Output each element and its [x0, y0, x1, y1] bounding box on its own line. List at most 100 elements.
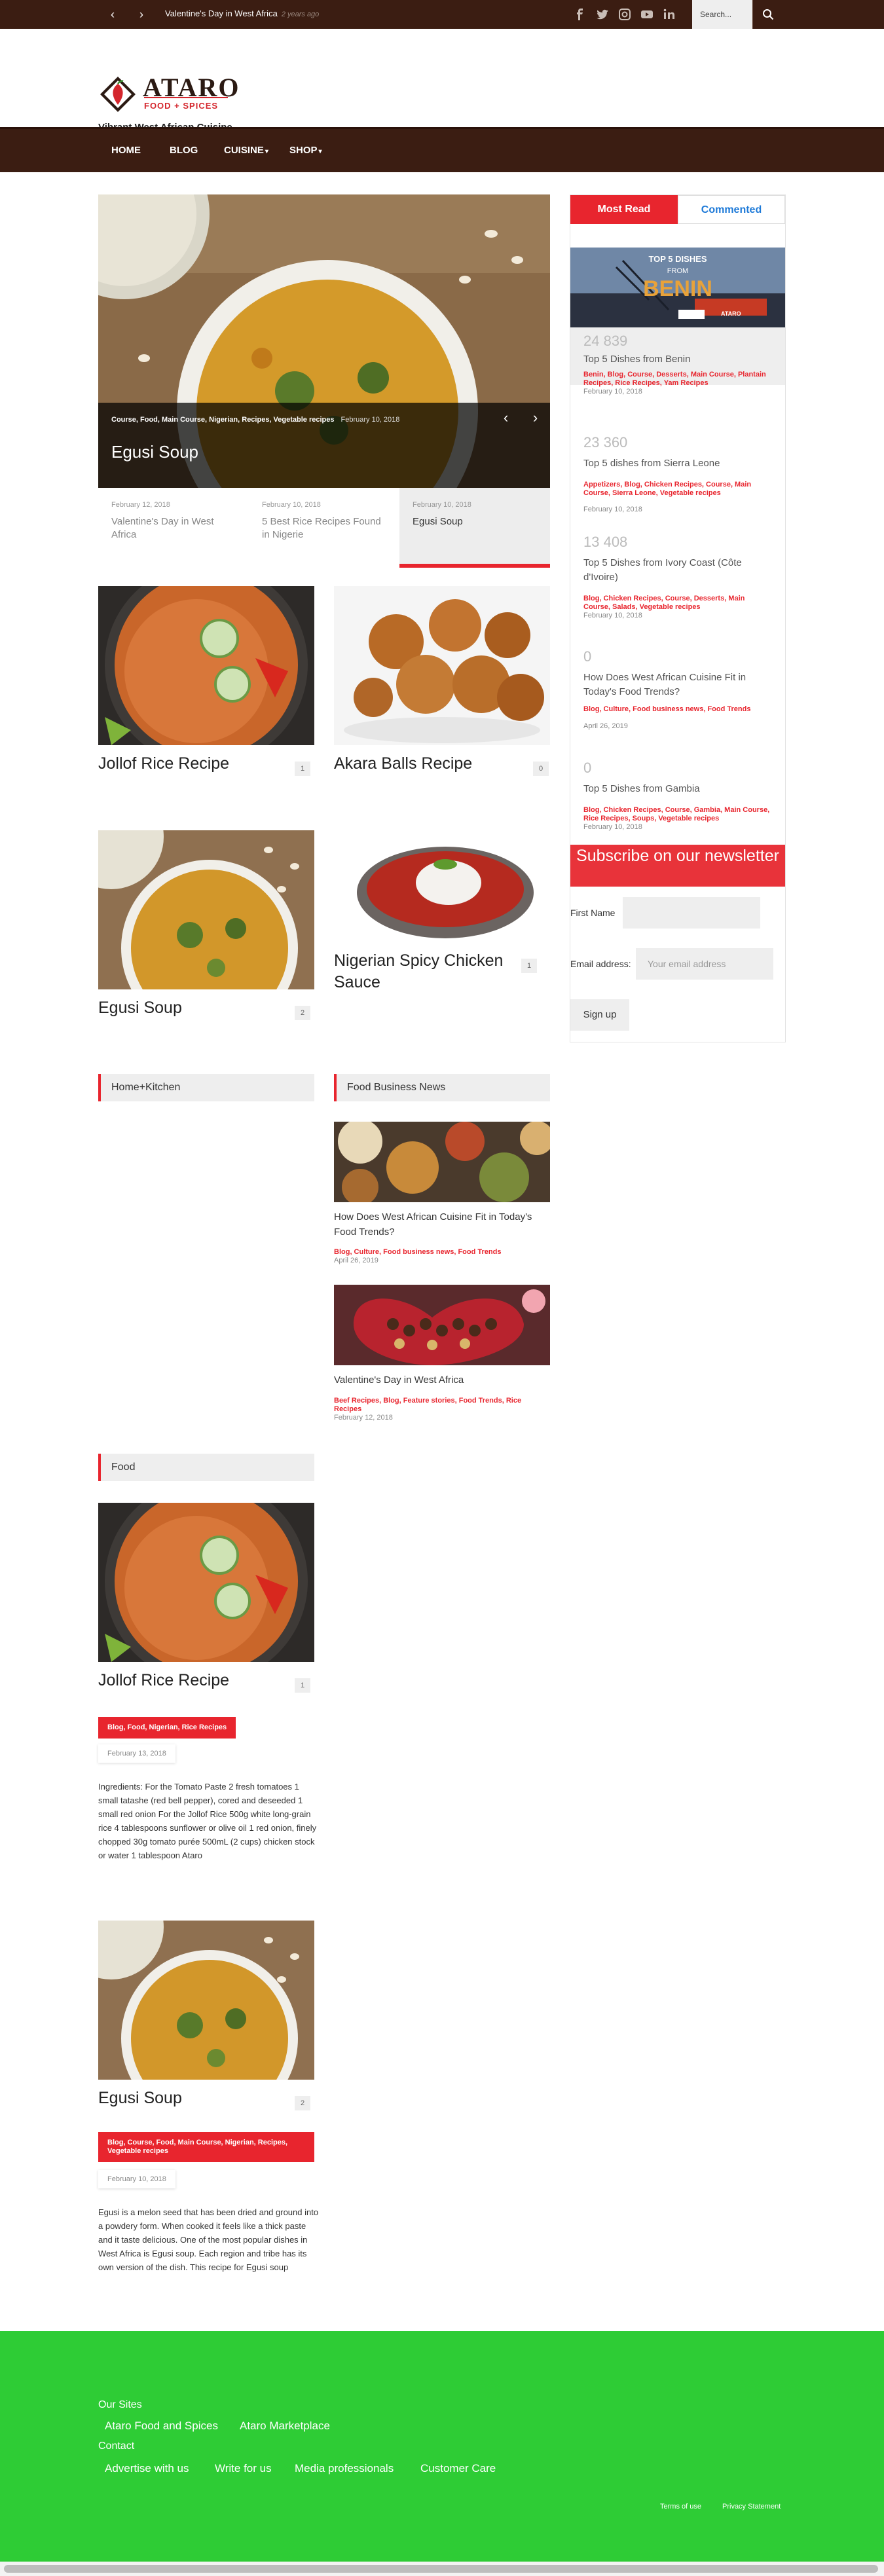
post-title[interactable]: Egusi Soup: [98, 997, 182, 1019]
slider-tab[interactable]: February 10, 2018 5 Best Rice Recipes Fo…: [249, 488, 399, 568]
category-badge[interactable]: Blog, Food, Nigerian, Rice Recipes: [98, 1717, 236, 1739]
signup-button[interactable]: Sign up: [570, 999, 629, 1031]
horizontal-scrollbar[interactable]: [0, 2562, 884, 2576]
read-count: 0: [583, 760, 592, 776]
scrollbar-thumb[interactable]: [4, 2565, 878, 2573]
next-news-chevron-icon[interactable]: ›: [134, 7, 149, 22]
first-name-field[interactable]: [623, 897, 760, 929]
banner-line1: TOP 5 DISHES: [648, 254, 707, 264]
privacy-link[interactable]: Privacy Statement: [722, 2503, 781, 2511]
breaking-news-title[interactable]: Valentine's Day in West Africa: [165, 9, 278, 18]
twitter-icon[interactable]: [596, 8, 609, 21]
news-date: February 12, 2018: [334, 1414, 393, 1422]
post-title[interactable]: Nigerian Spicy Chicken Sauce: [334, 950, 524, 993]
subscribe-heading: Subscribe on our newsletter: [570, 845, 785, 887]
banner-brand: ATARO: [721, 310, 741, 317]
comment-count-badge[interactable]: 2: [295, 1006, 310, 1020]
item-title[interactable]: Top 5 Dishes from Benin: [583, 352, 773, 367]
banner-line3: BENIN: [643, 276, 712, 301]
slider-tab-active[interactable]: February 10, 2018 Egusi Soup: [399, 488, 550, 568]
item-title[interactable]: Top 5 Dishes from Ivory Coast (Côte d'Iv…: [583, 556, 773, 585]
post-title[interactable]: Jollof Rice Recipe: [98, 753, 229, 775]
item-categories[interactable]: Appetizers, Blog, Chicken Recipes, Cours…: [583, 481, 773, 498]
youtube-icon[interactable]: [640, 8, 654, 21]
footer-contact-heading[interactable]: Contact: [98, 2440, 134, 2452]
post-card[interactable]: Akara Balls Recipe 0: [334, 586, 550, 782]
most-read-item[interactable]: 13 408 Top 5 Dishes from Ivory Coast (Cô…: [570, 534, 785, 625]
footer-link[interactable]: Customer Care: [420, 2462, 496, 2475]
search-button[interactable]: [752, 0, 783, 29]
section-heading-home-kitchen[interactable]: Home+Kitchen: [98, 1074, 314, 1101]
most-read-item[interactable]: 23 360 Top 5 dishes from Sierra Leone Ap…: [570, 434, 785, 519]
comment-count-badge[interactable]: 2: [295, 2096, 310, 2110]
item-date: April 26, 2019: [583, 722, 628, 730]
footer-link[interactable]: Media professionals: [295, 2462, 394, 2475]
facebook-icon[interactable]: [574, 8, 587, 21]
news-categories[interactable]: Blog, Culture, Food business news, Food …: [334, 1248, 550, 1257]
news-categories[interactable]: Beef Recipes, Blog, Feature stories, Foo…: [334, 1397, 550, 1414]
featured-slider[interactable]: Course, Food, Main Course, Nigerian, Rec…: [98, 194, 550, 488]
nav-item-blog[interactable]: BLOG: [170, 145, 198, 156]
footer-link[interactable]: Ataro Food and Spices: [105, 2420, 218, 2433]
slider-prev-chevron-icon[interactable]: ‹: [491, 403, 521, 432]
post-title[interactable]: Jollof Rice Recipe: [98, 1670, 229, 1691]
post-title[interactable]: Akara Balls Recipe: [334, 753, 472, 775]
item-title[interactable]: Top 5 dishes from Sierra Leone: [583, 456, 773, 471]
ataro-logo-icon[interactable]: [98, 75, 138, 114]
most-read-item[interactable]: 0 Top 5 Dishes from Gambia Blog, Chicken…: [570, 760, 785, 838]
slider-categories[interactable]: Course, Food, Main Course, Nigerian, Rec…: [111, 416, 335, 424]
instagram-icon[interactable]: [618, 8, 631, 21]
item-categories[interactable]: Blog, Chicken Recipes, Course, Gambia, M…: [583, 806, 773, 823]
news-title[interactable]: How Does West African Cuisine Fit in Tod…: [334, 1209, 550, 1240]
slider-tab[interactable]: February 12, 2018 Valentine's Day in Wes…: [98, 488, 249, 568]
footer-link[interactable]: Advertise with us: [105, 2462, 189, 2475]
tab-commented[interactable]: Commented: [678, 195, 785, 224]
slider-next-chevron-icon[interactable]: ›: [521, 403, 550, 432]
item-categories[interactable]: Blog, Chicken Recipes, Course, Desserts,…: [583, 595, 773, 612]
comment-count-badge[interactable]: 0: [533, 762, 549, 776]
breaking-news-ago: 2 years ago: [281, 10, 320, 18]
most-read-item[interactable]: TOP 5 DISHES FROM BENIN ATARO 24 839 Top…: [570, 248, 785, 396]
linkedin-icon[interactable]: [663, 8, 676, 21]
slider-tags[interactable]: Course, Food, Main Course, Nigerian, Rec…: [111, 416, 399, 424]
email-field[interactable]: Your email address: [636, 948, 773, 980]
slider-tab-date: February 10, 2018: [262, 501, 321, 509]
comment-count-badge[interactable]: 1: [295, 1678, 310, 1693]
nav-item-cuisine[interactable]: CUISINE ▾: [224, 145, 268, 156]
nav-item-home[interactable]: HOME: [111, 145, 141, 156]
news-title[interactable]: Valentine's Day in West Africa: [334, 1372, 550, 1388]
read-count: 13 408: [583, 534, 628, 550]
category-badge[interactable]: Blog, Course, Food, Main Course, Nigeria…: [98, 2132, 314, 2162]
item-categories[interactable]: Benin, Blog, Course, Desserts, Main Cour…: [583, 371, 773, 388]
slider-title[interactable]: Egusi Soup: [111, 442, 198, 462]
site-footer: Our Sites Ataro Food and Spices Ataro Ma…: [0, 2331, 884, 2562]
item-categories[interactable]: Blog, Culture, Food business news, Food …: [583, 705, 773, 714]
post-card[interactable]: Egusi Soup 2: [98, 830, 314, 1027]
post-title[interactable]: Egusi Soup: [98, 2088, 182, 2109]
breaking-news[interactable]: Valentine's Day in West Africa 2 years ag…: [165, 9, 319, 18]
slider-tab-title: Valentine's Day in West Africa: [111, 516, 214, 540]
terms-link[interactable]: Terms of use: [660, 2503, 701, 2511]
prev-news-chevron-icon[interactable]: ‹: [105, 7, 120, 22]
most-read-item[interactable]: 0 How Does West African Cuisine Fit in T…: [570, 648, 785, 740]
comment-count-badge[interactable]: 1: [521, 959, 537, 973]
food-post[interactable]: Jollof Rice Recipe 1: [98, 1503, 314, 1699]
food-post[interactable]: Egusi Soup 2: [98, 1921, 314, 2117]
nav-item-shop[interactable]: SHOP ▾: [289, 145, 322, 156]
read-count: 0: [583, 648, 592, 665]
search-input[interactable]: Search...: [692, 0, 752, 29]
sidebar-widget: Most Read Commented TOP 5 DISHES FROM BE…: [570, 194, 786, 1042]
read-count: 24 839: [583, 333, 628, 349]
footer-link[interactable]: Ataro Marketplace: [240, 2420, 330, 2433]
read-count: 23 360: [583, 434, 628, 451]
tab-most-read[interactable]: Most Read: [570, 195, 678, 224]
post-card[interactable]: Nigerian Spicy Chicken Sauce 1: [334, 830, 550, 1053]
section-heading-food-business[interactable]: Food Business News: [334, 1074, 550, 1101]
post-card[interactable]: Jollof Rice Recipe 1: [98, 586, 314, 782]
comment-count-badge[interactable]: 1: [295, 762, 310, 776]
post-date: February 13, 2018: [98, 1744, 175, 1763]
section-heading-food[interactable]: Food: [98, 1454, 314, 1481]
footer-link[interactable]: Write for us: [215, 2462, 272, 2475]
item-title[interactable]: Top 5 Dishes from Gambia: [583, 782, 773, 796]
item-title[interactable]: How Does West African Cuisine Fit in Tod…: [583, 671, 773, 699]
